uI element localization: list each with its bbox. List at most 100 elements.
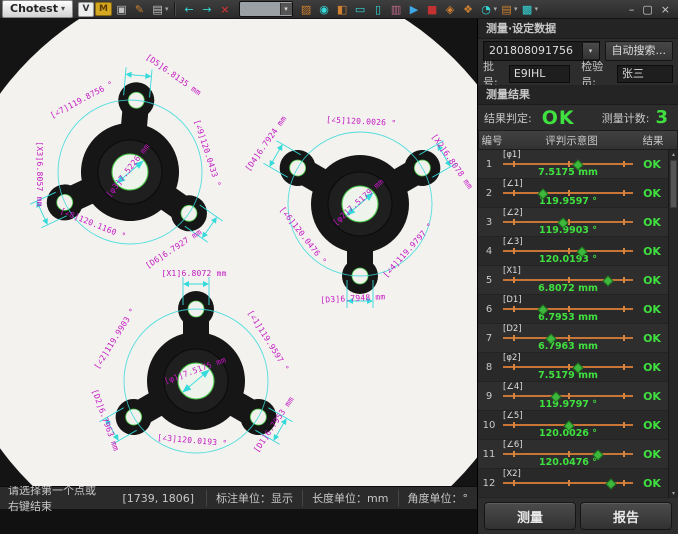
measured-value: 119.9597 ° bbox=[500, 197, 636, 207]
folder-m-icon[interactable]: M bbox=[95, 2, 112, 16]
save-icon[interactable]: ▣ bbox=[113, 2, 130, 17]
count-value: 3 bbox=[655, 107, 668, 128]
measure-grid-icon[interactable]: ◧ bbox=[334, 2, 351, 17]
row-number: 9 bbox=[478, 382, 500, 410]
result-row[interactable]: 9[∠4]119.9797 °OK bbox=[478, 382, 668, 411]
auto-search-button[interactable]: 自动搜索... bbox=[605, 41, 674, 61]
chevron-down-icon[interactable]: ▾ bbox=[494, 5, 498, 13]
maximize-button[interactable]: ▢ bbox=[642, 3, 652, 16]
chevron-down-icon[interactable]: ▾ bbox=[582, 43, 599, 59]
scroll-up-icon[interactable]: ▴ bbox=[669, 150, 678, 159]
dataset-row: 201808091756 ▾ 自动搜索... bbox=[478, 39, 678, 62]
result-badge: OK bbox=[636, 382, 668, 410]
chevron-down-icon: ▾ bbox=[61, 2, 65, 16]
run-play-icon[interactable]: ▶ bbox=[406, 2, 423, 17]
judge-value: OK bbox=[542, 107, 575, 129]
judgment-diagram: [∠1] 119.9597 ° bbox=[500, 179, 636, 207]
row-number: 1 bbox=[478, 150, 500, 178]
table-scrollbar[interactable]: ▴ ▾ bbox=[668, 150, 678, 498]
row-number: 10 bbox=[478, 411, 500, 439]
row-number: 12 bbox=[478, 469, 500, 497]
measured-value: 120.0193 ° bbox=[500, 255, 636, 265]
toolbar-icons: VM▣✎▤▾←→×▾▨◉◧▭▯▥▶■◈❖◔▾▤▾▩▾ bbox=[78, 1, 538, 17]
toolbar-separator bbox=[174, 2, 176, 16]
result-row[interactable]: 11[∠6]120.0476 °OK bbox=[478, 440, 668, 469]
inspector-input[interactable]: 张三 bbox=[617, 65, 673, 83]
measurement-canvas[interactable]: [D5]6.8135 mm[∠7]119.8756 °[∠9]120.0433 … bbox=[0, 19, 477, 486]
close-button[interactable]: × bbox=[661, 3, 670, 16]
feature-tag: [φ1] bbox=[500, 151, 636, 160]
report-button[interactable]: 报告 bbox=[580, 502, 672, 530]
chevron-down-icon[interactable]: ▾ bbox=[165, 5, 169, 13]
result-row[interactable]: 12[X2]OK bbox=[478, 469, 668, 498]
chevron-down-icon[interactable]: ▾ bbox=[535, 5, 539, 13]
cursor-coordinates: [1739, 1806] bbox=[110, 492, 206, 505]
judgment-diagram: [∠6]120.0476 ° bbox=[500, 440, 636, 468]
result-row[interactable]: 2[∠1]119.9597 °OK bbox=[478, 179, 668, 208]
judge-label: 结果判定: bbox=[484, 110, 532, 126]
result-badge: OK bbox=[636, 208, 668, 236]
judgment-diagram: [∠4]119.9797 ° bbox=[500, 382, 636, 410]
feature-tag: [∠1] bbox=[500, 180, 636, 189]
measurement-panel: 测量·设定数据 201808091756 ▾ 自动搜索... 批号: E9IHL… bbox=[477, 19, 678, 534]
result-badge: OK bbox=[636, 266, 668, 294]
results-table: 1[φ1]7.5175 mmOK2[∠1]119.9597 °OK3[∠2]11… bbox=[478, 150, 678, 498]
result-row[interactable]: 10[∠5]120.0026 °OK bbox=[478, 411, 668, 440]
print-icon[interactable]: ▤ bbox=[149, 2, 166, 17]
projector-icon[interactable]: ▭ bbox=[352, 2, 369, 17]
chevron-down-icon[interactable]: ▾ bbox=[280, 3, 292, 15]
judgment-diagram: [D2]6.7963 mm bbox=[500, 324, 636, 352]
image-locate-icon[interactable]: ▨ bbox=[298, 2, 315, 17]
tolerance-band bbox=[503, 450, 633, 458]
measured-value: 120.0476 ° bbox=[500, 458, 636, 468]
edit-icon[interactable]: ✎ bbox=[131, 2, 148, 17]
redo-arrow-icon[interactable]: → bbox=[199, 2, 216, 17]
judgment-diagram: [φ1]7.5175 mm bbox=[500, 150, 636, 178]
result-row[interactable]: 1[φ1]7.5175 mmOK bbox=[478, 150, 668, 179]
row-number: 11 bbox=[478, 440, 500, 468]
scrollbar-thumb[interactable] bbox=[670, 160, 677, 208]
search-icon[interactable]: ◉ bbox=[316, 2, 333, 17]
status-hint: 请选择第一个点或右键结束 bbox=[0, 482, 110, 514]
result-row[interactable]: 4[∠3]120.0193 °OK bbox=[478, 237, 668, 266]
capture-drop-icon[interactable]: ◈ bbox=[442, 2, 459, 17]
photo-tool-icon[interactable]: ▩ bbox=[519, 2, 536, 17]
scroll-down-icon[interactable]: ▾ bbox=[669, 489, 678, 498]
minimize-button[interactable]: – bbox=[629, 3, 635, 16]
doc-v-icon[interactable]: V bbox=[78, 2, 94, 17]
zoom-combobox[interactable]: ▾ bbox=[239, 1, 293, 17]
header-result: 结果 bbox=[638, 133, 668, 148]
tolerance-band bbox=[503, 305, 633, 313]
row-number: 5 bbox=[478, 266, 500, 294]
judgment-diagram: [∠5]120.0026 ° bbox=[500, 411, 636, 439]
result-row[interactable]: 7[D2]6.7963 mmOK bbox=[478, 324, 668, 353]
measure-button[interactable]: 测量 bbox=[484, 502, 576, 530]
judge-row: 结果判定: OK 测量计数: 3 bbox=[478, 105, 678, 130]
flag-icon[interactable]: ▯ bbox=[370, 2, 387, 17]
annotation-unit-field: 标注单位：显示 bbox=[206, 490, 302, 506]
section-title-results: 测量结果 bbox=[478, 85, 678, 105]
result-badge: OK bbox=[636, 150, 668, 178]
layers-icon[interactable]: ▤ bbox=[498, 2, 515, 17]
tolerance-band bbox=[503, 334, 633, 342]
stage-svg[interactable]: [D5]6.8135 mm[∠7]119.8756 °[∠9]120.0433 … bbox=[0, 19, 477, 486]
row-number: 2 bbox=[478, 179, 500, 207]
result-badge: OK bbox=[636, 324, 668, 352]
judgment-diagram: [D1]6.7953 mm bbox=[500, 295, 636, 323]
stop-record-icon[interactable]: ■ bbox=[424, 2, 441, 17]
row-number: 4 bbox=[478, 237, 500, 265]
barcode-icon[interactable]: ▥ bbox=[388, 2, 405, 17]
result-row[interactable]: 3[∠2]119.9903 °OK bbox=[478, 208, 668, 237]
chevron-down-icon[interactable]: ▾ bbox=[514, 5, 518, 13]
result-row[interactable]: 8[φ2]7.5179 mmOK bbox=[478, 353, 668, 382]
result-row[interactable]: 5[X1]6.8072 mmOK bbox=[478, 266, 668, 295]
delete-x-icon[interactable]: × bbox=[217, 2, 234, 17]
left-column: [D5]6.8135 mm[∠7]119.8756 °[∠9]120.0433 … bbox=[0, 19, 477, 534]
undo-arrow-icon[interactable]: ← bbox=[181, 2, 198, 17]
tolerance-band bbox=[503, 363, 633, 371]
result-row[interactable]: 6[D1]6.7953 mmOK bbox=[478, 295, 668, 324]
capture-fan-icon[interactable]: ❖ bbox=[460, 2, 477, 17]
app-menu-button[interactable]: Chotest ▾ bbox=[2, 0, 73, 18]
batch-input[interactable]: E9IHL bbox=[509, 65, 570, 83]
timer-icon[interactable]: ◔ bbox=[478, 2, 495, 17]
